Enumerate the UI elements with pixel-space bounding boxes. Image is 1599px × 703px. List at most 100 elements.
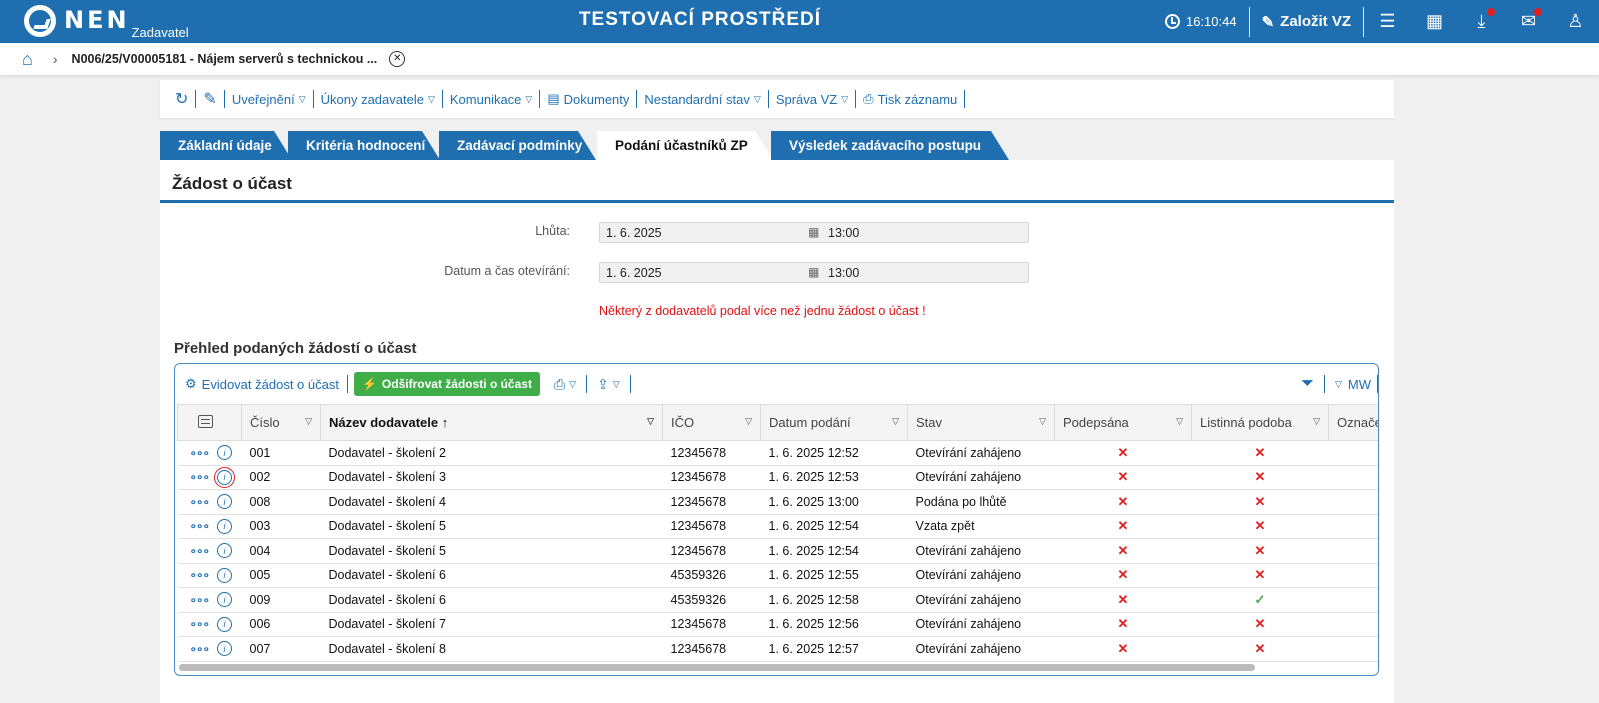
column-listinna[interactable]: Listinná podoba ▽ [1191, 404, 1329, 441]
tab-conditions[interactable]: Zadávací podmínky [439, 131, 596, 160]
more-icon[interactable]: ∘∘∘ [190, 617, 211, 631]
home-icon[interactable]: ⌂ [22, 49, 33, 70]
menu-print[interactable]: ⎙ Tisk záznamu [856, 90, 966, 108]
tab-basic-info[interactable]: Základní údaje [160, 131, 292, 160]
column-cislo[interactable]: Číslo ▽ [241, 404, 321, 441]
menu-nonstandard[interactable]: Nestandardní stav ▽ [637, 90, 769, 108]
register-request-button[interactable]: ⚙ Evidovat žádost o účast [185, 375, 348, 393]
table-row[interactable]: ∘∘∘ i 006 Dodavatel - školení 7 12345678 1. 6… [177, 612, 1378, 637]
more-icon[interactable]: ∘∘∘ [190, 519, 211, 533]
filter-icon[interactable]: ▽ [1039, 416, 1046, 427]
user-icon[interactable]: ♙ [1552, 0, 1599, 43]
opening-date: 1. 6. 2025 [606, 266, 662, 280]
grid-print-button[interactable]: ⎙ ▽ [544, 375, 588, 393]
table-row[interactable]: ∘∘∘ i 009 Dodavatel - školení 6 45359326 1. 6… [177, 587, 1378, 613]
edit-icon[interactable]: ✎ [196, 90, 225, 108]
info-icon[interactable]: i [214, 466, 236, 488]
opening-field: 1. 6. 2025 ▦ 13:00 [599, 262, 1029, 283]
tab-result[interactable]: Výsledek zadávacího postupu [771, 131, 1009, 160]
more-icon[interactable]: ∘∘∘ [190, 495, 211, 509]
cell-ico: 12345678 [662, 514, 761, 539]
decrypt-requests-button[interactable]: ⚡ Odšifrovat žádosti o účast [353, 372, 540, 396]
info-icon[interactable]: i [217, 543, 233, 559]
calendar-icon[interactable]: ▦ [1411, 0, 1458, 43]
cell-podepsana: ✕ [1054, 465, 1192, 490]
more-icon[interactable]: ∘∘∘ [190, 446, 211, 460]
opening-label: Datum a čas otevírání: [444, 264, 570, 278]
menu-tasks[interactable]: Úkony zadavatele ▽ [314, 90, 443, 108]
column-podepsana[interactable]: Podepsána ▽ [1054, 404, 1192, 441]
more-icon[interactable]: ∘∘∘ [190, 470, 211, 484]
info-icon[interactable]: i [217, 567, 233, 583]
row-actions: ∘∘∘ i [177, 440, 242, 466]
table-row[interactable]: ∘∘∘ i 001 Dodavatel - školení 2 12345678 1. 6… [177, 440, 1378, 466]
tab-criteria[interactable]: Kritéria hodnocení [288, 131, 440, 160]
menu-publish-label: Uveřejnění [231, 91, 295, 107]
cell-nazev: Dodavatel - školení 5 [320, 538, 663, 564]
tab-submissions[interactable]: Podání účastníků ZP [597, 131, 773, 160]
create-vz-button[interactable]: ✎ Založit VZ [1250, 13, 1363, 31]
filter-icon[interactable]: ▽ [647, 416, 654, 427]
column-oznaceni[interactable]: Označení [1328, 404, 1378, 441]
info-icon[interactable]: i [217, 592, 233, 608]
cell-listinna: ✓ [1191, 587, 1329, 613]
more-icon[interactable]: ∘∘∘ [190, 544, 211, 558]
breadcrumb-current[interactable]: N006/25/V00005181 - Nájem serverů s tech… [72, 52, 378, 66]
table-row[interactable]: ∘∘∘ i 004 Dodavatel - školení 5 12345678 1. 6… [177, 538, 1378, 564]
cell-stav: Otevírání zahájeno [907, 563, 1055, 588]
table-row[interactable]: ∘∘∘ i 007 Dodavatel - školení 8 12345678 1. 6… [177, 636, 1378, 662]
filter-icon[interactable]: ▽ [305, 416, 312, 427]
cell-podepsana: ✕ [1054, 440, 1192, 466]
row-actions: ∘∘∘ i [177, 514, 242, 539]
filter-icon[interactable]: ▽ [892, 416, 899, 427]
cross-icon: ✕ [1117, 616, 1129, 632]
info-icon[interactable]: i [217, 518, 233, 534]
menu-icon[interactable]: ☰ [1364, 0, 1411, 43]
column-label: Název dodavatele [329, 415, 439, 430]
column-ico[interactable]: IČO ▽ [662, 404, 761, 441]
horizontal-scrollbar[interactable] [179, 664, 1255, 671]
menu-management[interactable]: Správa VZ ▽ [769, 90, 857, 108]
menu-publish[interactable]: Uveřejnění ▽ [225, 90, 314, 108]
column-datum[interactable]: Datum podání ▽ [760, 404, 908, 441]
top-bar: NEN Zadavatel TESTOVACÍ PROSTŘEDÍ 16:10:… [0, 0, 1599, 43]
mw-dropdown[interactable]: ▽ MW [1325, 375, 1378, 393]
cell-oznaceni [1328, 587, 1378, 613]
grid-export-button[interactable]: ⇪ ▽ [587, 375, 631, 393]
table-row[interactable]: ∘∘∘ i 002 Dodavatel - školení 3 12345678 1. 6… [177, 465, 1378, 490]
menu-communication[interactable]: Komunikace ▽ [443, 90, 541, 108]
cell-listinna: ✕ [1191, 514, 1329, 539]
cell-ico: 12345678 [662, 636, 761, 662]
more-icon[interactable]: ∘∘∘ [190, 642, 211, 656]
more-icon[interactable]: ∘∘∘ [190, 568, 211, 582]
refresh-icon[interactable]: ↻ [168, 90, 197, 108]
filter-icon[interactable]: ▽ [1176, 416, 1183, 427]
column-nazev[interactable]: Název dodavatele ↑ ▽ [320, 404, 663, 441]
cell-cislo: 002 [241, 465, 321, 490]
cell-podepsana: ✕ [1054, 538, 1192, 564]
close-icon[interactable]: ✕ [389, 51, 406, 67]
info-icon[interactable]: i [217, 445, 233, 461]
cross-icon: ✕ [1117, 542, 1129, 558]
row-actions: ∘∘∘ i [177, 465, 242, 490]
table-row[interactable]: ∘∘∘ i 008 Dodavatel - školení 4 12345678 1. 6… [177, 489, 1378, 515]
column-stav[interactable]: Stav ▽ [907, 404, 1055, 441]
download-icon[interactable]: ⤓ [1458, 0, 1505, 43]
column-settings-header[interactable] [177, 404, 242, 441]
submissions-grid: ⚙ Evidovat žádost o účast ⚡ Odšifrovat ž… [174, 363, 1379, 676]
table-row[interactable]: ∘∘∘ i 003 Dodavatel - školení 5 12345678 1. 6… [177, 514, 1378, 539]
info-icon[interactable]: i [217, 641, 233, 657]
menu-documents[interactable]: ▤ Dokumenty [540, 90, 638, 108]
filter-icon[interactable]: ▽ [745, 416, 752, 427]
info-icon[interactable]: i [217, 494, 233, 510]
dropdown-icon: ▽ [841, 93, 849, 104]
info-icon[interactable]: i [217, 616, 233, 632]
register-icon: ⚙ [185, 376, 197, 391]
cell-oznaceni [1328, 563, 1378, 588]
filter-icon[interactable]: ▽ [1313, 416, 1320, 427]
lightning-icon: ⚡ [361, 377, 377, 391]
filter-icon[interactable]: ⏷ [1301, 375, 1325, 393]
mail-icon[interactable]: ✉ [1505, 0, 1552, 43]
more-icon[interactable]: ∘∘∘ [190, 593, 211, 607]
table-row[interactable]: ∘∘∘ i 005 Dodavatel - školení 6 45359326 1. 6… [177, 563, 1378, 588]
